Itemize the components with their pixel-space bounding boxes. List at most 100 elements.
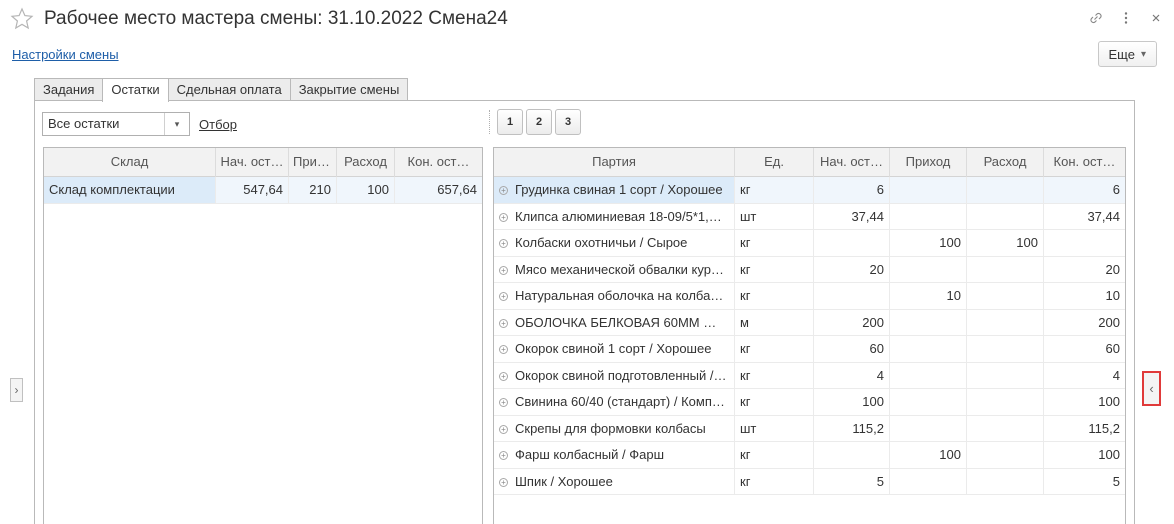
column-header-warehouse[interactable]: Склад [44,148,216,177]
star-icon[interactable] [10,7,34,31]
expand-icon[interactable]: + [499,239,508,248]
table-row[interactable]: + Грудинка свиная 1 сорт / Хорошее кг 6 6 [494,177,1125,204]
tab-piece-pay[interactable]: Сдельная оплата [167,78,291,101]
table-row[interactable]: + Мясо механической обвалки кур… кг 20 20 [494,256,1125,283]
table-row[interactable]: + Шпик / Хорошее кг 5 5 [494,468,1125,495]
filter-link[interactable]: Отбор [199,117,237,132]
page-buttons: 1 2 3 [497,109,581,135]
table-row[interactable]: + Окорок свиной 1 сорт / Хорошее кг 60 60 [494,336,1125,363]
start-balance [814,283,890,309]
table-row[interactable]: + Свинина 60/40 (стандарт) / Комп… кг 100 10… [494,389,1125,416]
column-header-unit[interactable]: Ед. [735,148,814,177]
column-header-end-balance[interactable]: Кон. ост… [395,148,482,177]
column-header-start-balance[interactable]: Нач. ост… [814,148,890,177]
more-button[interactable]: Еще ▾ [1097,41,1157,67]
more-vertical-icon[interactable] [1118,10,1134,26]
table-row[interactable]: Склад комплектации 547,64 210 100 657,64 [44,177,482,204]
start-balance: 60 [814,336,890,362]
shift-settings-link[interactable]: Настройки смены [12,47,119,62]
page-button-3[interactable]: 3 [555,109,581,135]
expand-left-panel-button[interactable]: › [10,378,23,402]
batch-name-text: Колбаски охотничьи / Сырое [515,235,688,250]
chevron-down-icon[interactable]: ▾ [165,113,189,135]
page-button-1[interactable]: 1 [497,109,523,135]
unit: кг [735,230,814,256]
expense [967,309,1044,336]
chevron-right-icon: › [14,383,19,397]
balances-filter-select[interactable]: Все остатки ▾ [42,112,190,136]
batch-name: + Фарш колбасный / Фарш [494,442,735,468]
expand-icon[interactable]: + [499,424,508,434]
expand-icon[interactable]: + [499,292,508,301]
income [890,309,967,336]
tab-balances[interactable]: Остатки [102,78,169,102]
start-balance [814,230,890,256]
column-header-expense[interactable]: Расход [967,148,1044,177]
table-header: Партия Ед. Нач. ост… Приход Расход Кон. … [494,148,1125,177]
expand-icon[interactable]: + [499,318,508,328]
expand-icon[interactable]: + [499,451,508,460]
start-balance: 115,2 [814,415,890,442]
unit: кг [735,362,814,389]
column-header-income[interactable]: Приход [890,148,967,177]
page-button-2[interactable]: 2 [526,109,552,135]
page-title: Рабочее место мастера смены: 31.10.2022 … [44,8,508,29]
batch-name: + Окорок свиной подготовленный /… [494,362,735,389]
batch-name: + Колбаски охотничьи / Сырое [494,230,735,256]
batch-name: + Скрепы для формовки колбасы [494,415,735,442]
end-balance: 20 [1105,261,1120,277]
batch-name: + Клипса алюминиевая 18-09/5*1,… [494,203,735,230]
expand-icon[interactable]: + [499,186,508,195]
batch-name-text: Скрепы для формовки колбасы [515,420,706,436]
warehouse-name: Склад комплектации [44,177,216,203]
expand-icon[interactable]: + [499,398,508,407]
expand-icon[interactable]: + [499,212,508,222]
table-row[interactable]: + Окорок свиной подготовленный /… кг 4 4 [494,362,1125,389]
expand-icon[interactable]: + [499,345,508,354]
batch-name-text: Окорок свиной подготовленный /… [515,367,727,383]
column-header-start-balance[interactable]: Нач. ост… [216,148,289,177]
batch-table[interactable]: Партия Ед. Нач. ост… Приход Расход Кон. … [493,147,1126,524]
expense [967,256,1044,283]
income: 10 [890,283,967,309]
end-balance: 100 [1098,447,1120,462]
expand-icon[interactable]: + [499,265,508,275]
table-row[interactable]: + Клипса алюминиевая 18-09/5*1,… шт 37,44 37… [494,203,1125,230]
unit: кг [735,389,814,415]
collapse-right-panel-button[interactable]: ‹ [1142,371,1161,406]
unit: кг [735,336,814,362]
link-icon[interactable] [1088,10,1104,26]
income [890,203,967,230]
batch-name: + Окорок свиной 1 сорт / Хорошее [494,336,735,362]
expense [967,203,1044,230]
expand-icon[interactable]: + [499,371,508,381]
close-icon[interactable] [1148,10,1164,26]
end-balance: 4 [1112,367,1120,383]
column-header-income[interactable]: Прих… [289,148,337,177]
balances-filter-value[interactable]: Все остатки [43,113,165,135]
income [890,468,967,495]
start-balance: 5 [814,468,890,495]
income [890,362,967,389]
table-row[interactable]: + Натуральная оболочка на колба… кг 10 10 [494,283,1125,310]
batch-name-text: Грудинка свиная 1 сорт / Хорошее [515,182,723,197]
unit: шт [735,415,814,442]
column-header-expense[interactable]: Расход [337,148,395,177]
warehouse-table[interactable]: Склад Нач. ост… Прих… Расход Кон. ост… С… [43,147,483,524]
column-header-end-balance[interactable]: Кон. ост… [1044,148,1125,177]
table-row[interactable]: + Фарш колбасный / Фарш кг 100 100 [494,442,1125,469]
end-balance: 5 [1112,473,1120,489]
table-row[interactable]: + Скрепы для формовки колбасы шт 115,2 115,2 [494,415,1125,442]
end-balance: 10 [1105,288,1120,303]
column-header-batch[interactable]: Партия [494,148,735,177]
tab-shift-closing[interactable]: Закрытие смены [289,78,409,101]
batch-name-text: Клипса алюминиевая 18-09/5*1,… [515,208,722,224]
tab-tasks[interactable]: Задания [34,78,104,101]
expand-icon[interactable]: + [499,477,508,487]
table-row[interactable]: + ОБОЛОЧКА БЕЛКОВАЯ 60ММ … м 200 200 [494,309,1125,336]
tab-bar: Задания Остатки Сдельная оплата Закрытие… [34,78,409,102]
start-balance: 6 [814,177,890,203]
unit: кг [735,442,814,468]
start-balance: 37,44 [814,203,890,230]
table-row[interactable]: + Колбаски охотничьи / Сырое кг 100 100 [494,230,1125,257]
